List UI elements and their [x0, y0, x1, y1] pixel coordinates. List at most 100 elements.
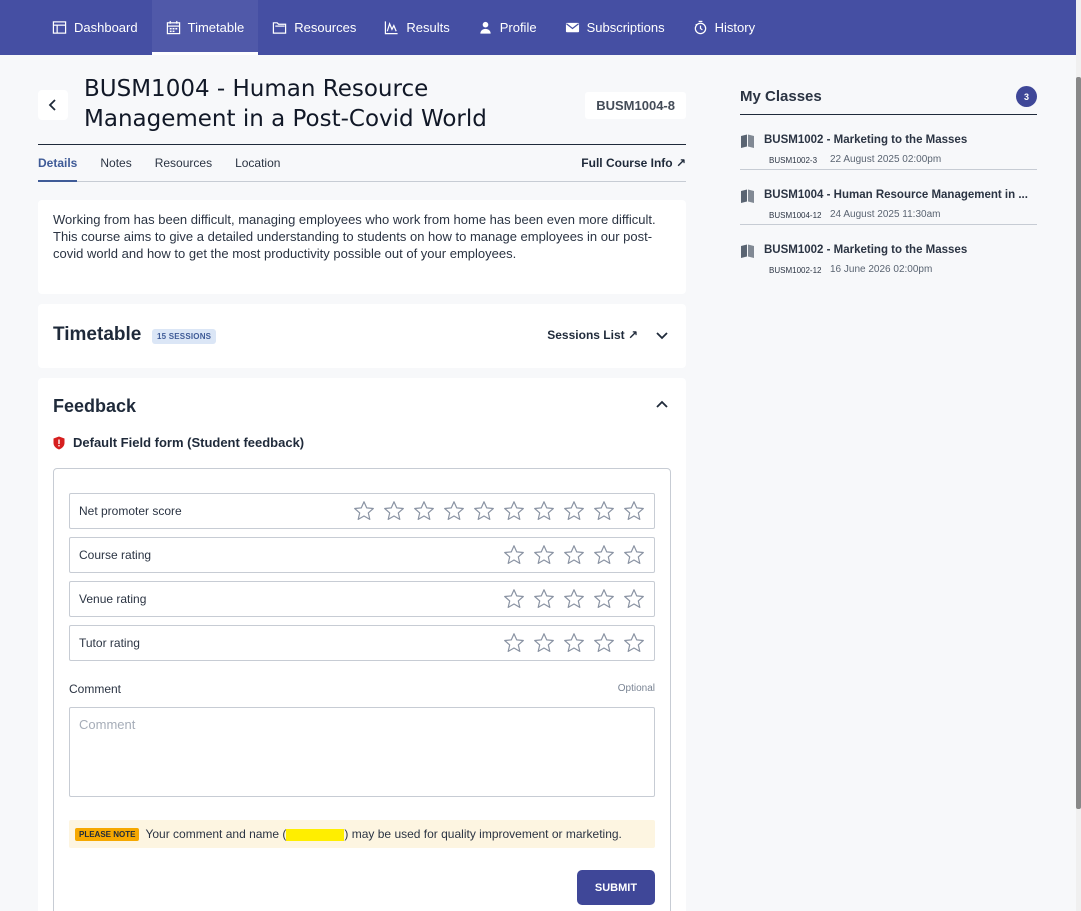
star-icon[interactable]	[622, 631, 646, 655]
chevron-up-icon[interactable]	[654, 397, 670, 413]
class-name: BUSM1002 - Marketing to the Masses	[764, 244, 968, 256]
star-icon[interactable]	[502, 587, 526, 611]
tab-location[interactable]: Location	[235, 145, 280, 182]
page-title: BUSM1004 - Human Resource Management in …	[84, 76, 487, 132]
comment-field[interactable]	[69, 707, 655, 797]
nav-subscriptions[interactable]: Subscriptions	[551, 0, 679, 55]
my-classes-panel: My Classes 3 BUSM1002 - Marketing to the…	[740, 55, 1037, 280]
class-list: BUSM1002 - Marketing to the Masses BUSM1…	[740, 115, 1037, 280]
feedback-form: Net promoter score Course rating Venue r…	[53, 468, 671, 911]
star-icon[interactable]	[592, 499, 616, 523]
back-button[interactable]	[38, 90, 68, 120]
star-rating[interactable]	[352, 499, 654, 523]
sessions-list-link[interactable]: Sessions List ↗	[547, 328, 638, 342]
star-icon[interactable]	[622, 499, 646, 523]
course-code-badge: BUSM1004-8	[585, 92, 686, 119]
nav-label: Profile	[499, 20, 537, 35]
nav-resources[interactable]: Resources	[258, 0, 370, 55]
nav-dashboard[interactable]: Dashboard	[38, 0, 152, 55]
star-rating[interactable]	[502, 543, 654, 567]
star-icon[interactable]	[532, 631, 556, 655]
course-description: Working from has been difficult, managin…	[38, 200, 686, 294]
star-icon[interactable]	[562, 543, 586, 567]
form-name-label: Default Field form (Student feedback)	[73, 435, 305, 450]
my-classes-title: My Classes	[740, 88, 822, 105]
star-icon[interactable]	[532, 543, 556, 567]
star-rating[interactable]	[502, 587, 654, 611]
optional-label: Optional	[617, 683, 655, 694]
main-content: BUSM1004 - Human Resource Management in …	[38, 55, 686, 911]
scrollbar-thumb[interactable]	[1076, 77, 1081, 809]
star-icon[interactable]	[532, 499, 556, 523]
star-rating[interactable]	[502, 631, 654, 655]
nav-timetable[interactable]: Timetable	[151, 0, 259, 55]
dashboard-icon	[52, 21, 67, 34]
history-icon	[694, 20, 706, 35]
rating-tutor: Tutor rating	[69, 625, 655, 661]
rating-venue: Venue rating	[69, 581, 655, 617]
star-icon[interactable]	[622, 543, 646, 567]
star-icon[interactable]	[562, 631, 586, 655]
top-nav: Dashboard Timetable Resources Results Pr…	[0, 0, 1076, 55]
redacted-name	[286, 828, 345, 841]
mail-icon	[565, 22, 579, 33]
chevron-down-icon[interactable]	[654, 327, 670, 343]
star-icon[interactable]	[502, 543, 526, 567]
detail-tabs: Details Notes Resources Location Full Co…	[38, 145, 686, 182]
chevron-left-icon	[48, 99, 56, 111]
nav-label: Resources	[294, 20, 357, 35]
star-icon[interactable]	[412, 499, 436, 523]
class-code: BUSM1004-12	[769, 211, 822, 220]
full-course-info-link[interactable]: Full Course Info ↗	[581, 145, 686, 182]
class-code: BUSM1002-12	[769, 266, 822, 275]
tab-resources[interactable]: Resources	[155, 145, 212, 182]
star-icon[interactable]	[502, 631, 526, 655]
star-icon[interactable]	[532, 587, 556, 611]
sessions-count-badge: 15 SESSIONS	[152, 329, 217, 344]
submit-button[interactable]: SUBMIT	[577, 870, 655, 905]
star-icon[interactable]	[472, 499, 496, 523]
feedback-section: Feedback Default Field form (Student fee…	[38, 378, 686, 911]
calendar-icon	[166, 20, 180, 35]
books-icon	[741, 244, 754, 258]
chart-icon	[385, 21, 398, 35]
star-icon[interactable]	[592, 587, 616, 611]
class-date: 24 August 2025 11:30am	[830, 209, 941, 220]
star-icon[interactable]	[382, 499, 406, 523]
please-note-badge: PLEASE NOTE	[75, 827, 140, 841]
tab-notes[interactable]: Notes	[100, 145, 131, 182]
star-icon[interactable]	[592, 631, 616, 655]
class-date: 22 August 2025 02:00pm	[830, 154, 942, 165]
books-icon	[741, 189, 754, 203]
star-icon[interactable]	[502, 499, 526, 523]
nav-history[interactable]: History	[679, 0, 769, 55]
page-scrollbar[interactable]	[1076, 0, 1081, 911]
tab-details[interactable]: Details	[38, 145, 78, 182]
note-text-after: ) may be used for quality improvement or…	[344, 827, 622, 841]
nav-label: Subscriptions	[586, 20, 665, 35]
class-item[interactable]: BUSM1004 - Human Resource Management in …	[740, 170, 1037, 225]
course-header: BUSM1004 - Human Resource Management in …	[38, 55, 686, 145]
class-date: 16 June 2026 02:00pm	[830, 264, 933, 275]
star-icon[interactable]	[592, 543, 616, 567]
star-icon[interactable]	[562, 587, 586, 611]
star-icon[interactable]	[442, 499, 466, 523]
class-item[interactable]: BUSM1002 - Marketing to the Masses BUSM1…	[740, 225, 1037, 280]
nav-profile[interactable]: Profile	[464, 0, 551, 55]
note-text: Your comment and name () may be used for…	[145, 827, 621, 841]
star-icon[interactable]	[562, 499, 586, 523]
nav-results[interactable]: Results	[370, 0, 463, 55]
nav-label: History	[714, 20, 756, 35]
star-icon[interactable]	[622, 587, 646, 611]
class-item[interactable]: BUSM1002 - Marketing to the Masses BUSM1…	[740, 115, 1037, 170]
rating-course: Course rating	[69, 537, 655, 573]
comment-label: Comment	[69, 682, 122, 696]
form-name: Default Field form (Student feedback)	[53, 435, 304, 450]
class-name: BUSM1002 - Marketing to the Masses	[764, 134, 968, 146]
rating-label: Course rating	[79, 548, 152, 562]
my-classes-header: My Classes 3	[740, 55, 1037, 115]
rating-net-promoter: Net promoter score	[69, 493, 655, 529]
privacy-note: PLEASE NOTE Your comment and name () may…	[69, 820, 655, 848]
star-icon[interactable]	[352, 499, 376, 523]
nav-label: Timetable	[187, 20, 245, 35]
